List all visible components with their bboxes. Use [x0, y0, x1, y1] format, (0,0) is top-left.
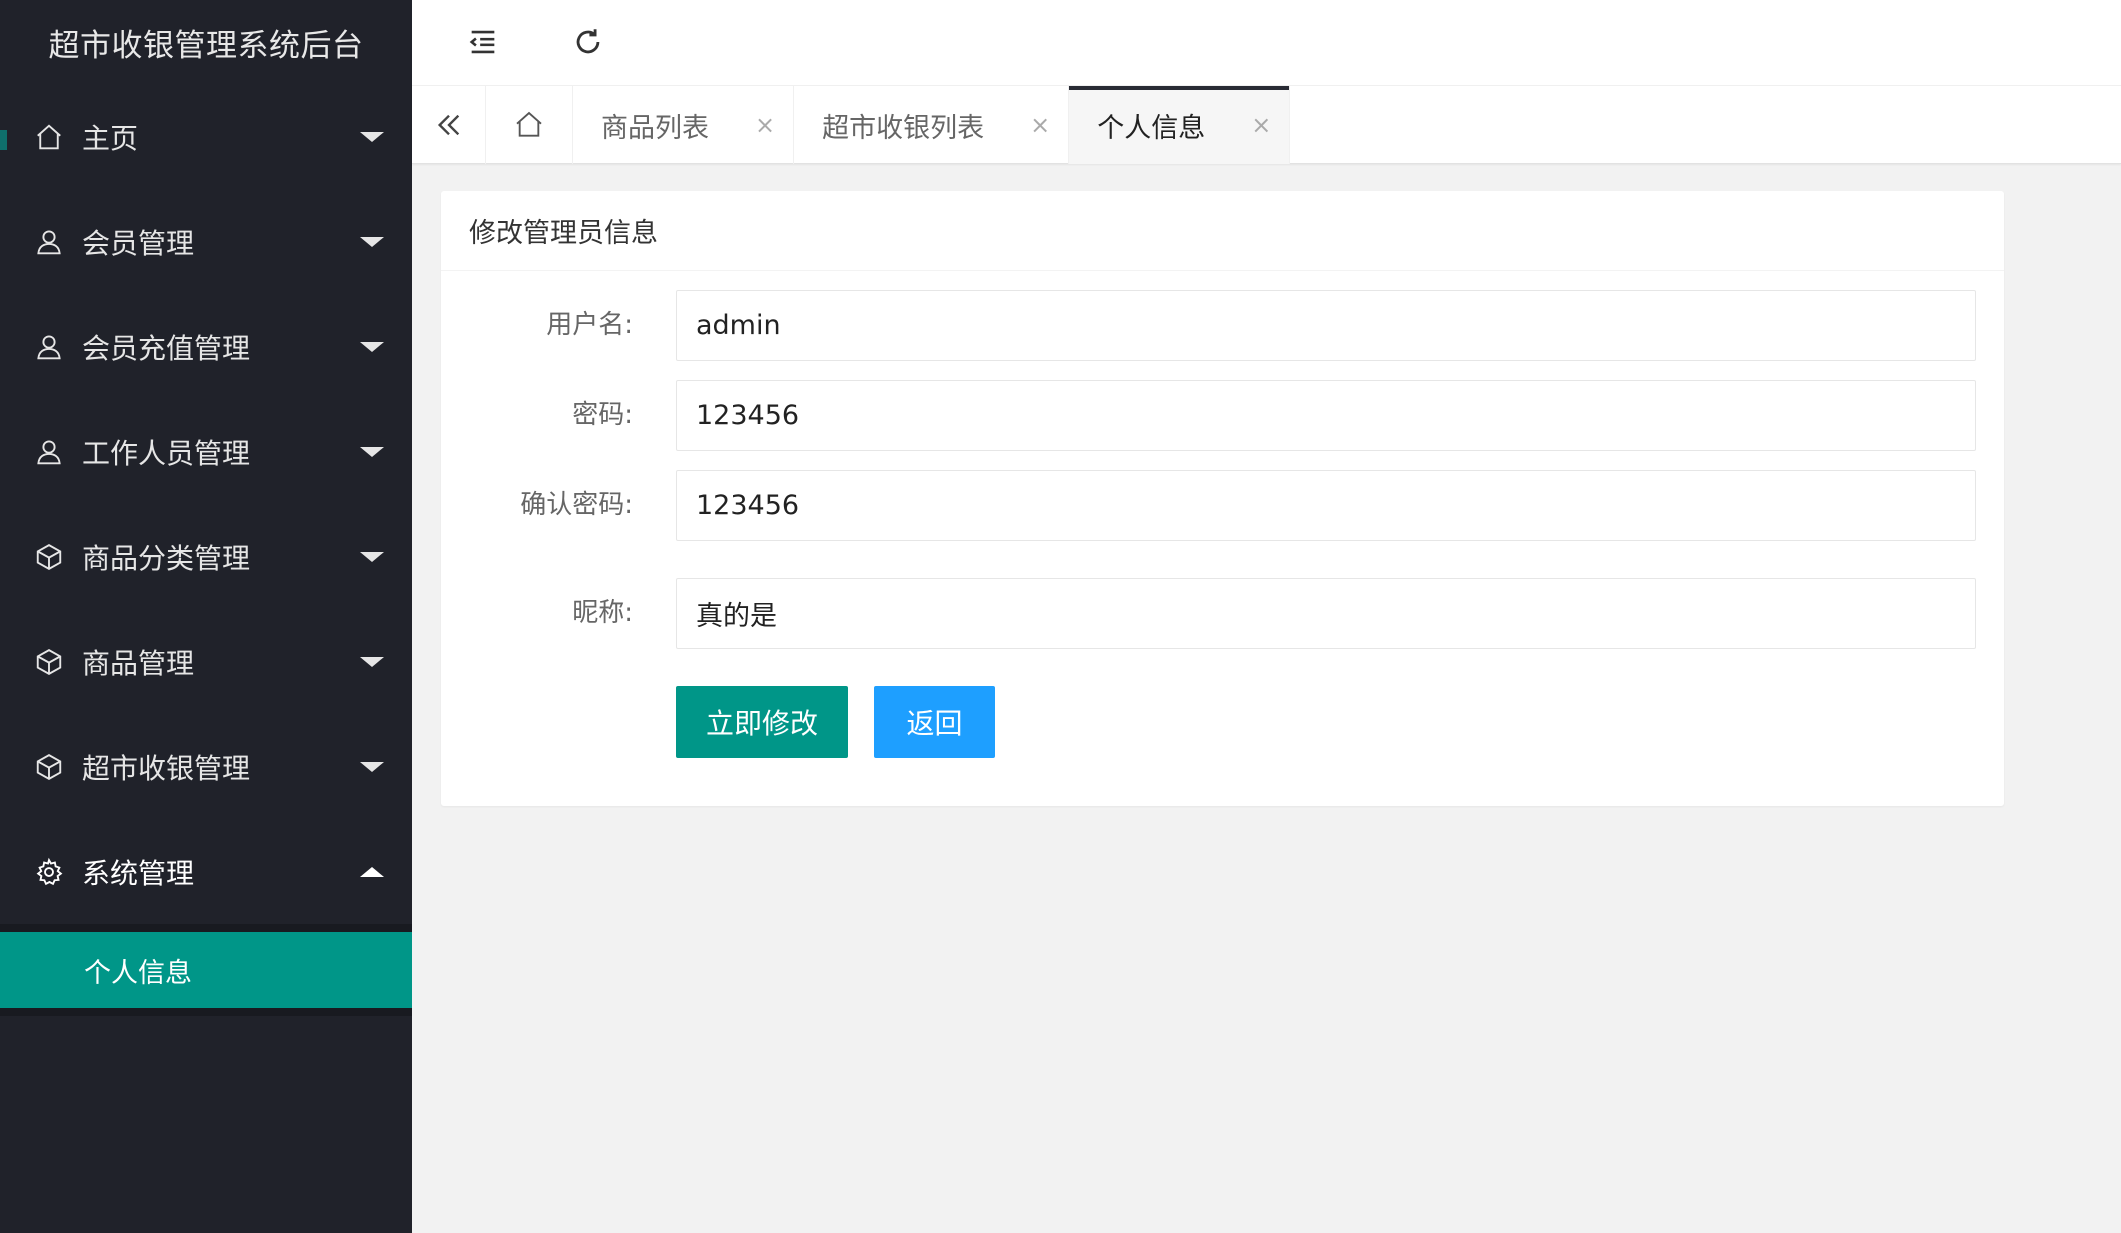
close-icon[interactable]: × [1030, 111, 1050, 139]
caret-up-icon [360, 866, 384, 877]
submit-button[interactable]: 立即修改 [676, 686, 848, 758]
sidebar-item-label: 主页 [82, 121, 139, 155]
gear-icon [34, 857, 64, 887]
confirm-password-label: 确认密码: [520, 490, 633, 520]
tab-label: 超市收银列表 [822, 112, 985, 144]
tab-label: 个人信息 [1097, 112, 1206, 144]
close-icon[interactable]: × [755, 111, 775, 139]
sidebar-item-category[interactable]: 商品分类管理 [0, 504, 412, 609]
caret-down-icon [360, 236, 384, 247]
tabs-scroll-left-button[interactable] [412, 86, 486, 164]
sidebar-item-label: 商品管理 [82, 646, 195, 680]
confirm-password-input[interactable] [676, 470, 1976, 541]
username-label: 用户名: [546, 310, 633, 340]
box-icon [34, 647, 64, 677]
sidebar-subitem-profile[interactable]: 个人信息 [0, 932, 412, 1008]
nickname-label: 昵称: [572, 598, 633, 628]
back-button[interactable]: 返回 [874, 686, 995, 758]
card-title: 修改管理员信息 [441, 191, 2004, 271]
username-input[interactable] [676, 290, 1976, 361]
home-icon [34, 122, 64, 152]
user-icon [34, 227, 64, 257]
user-icon [34, 437, 64, 467]
edit-admin-card: 修改管理员信息 用户名: 密码: 确认密码: 昵称: 立即修改 返回 [441, 191, 2004, 806]
sidebar-item-system[interactable]: 系统管理 [0, 819, 412, 924]
home-icon [516, 111, 542, 137]
caret-down-icon [360, 761, 384, 772]
sidebar-item-label: 系统管理 [82, 856, 195, 890]
indent-icon [469, 30, 495, 54]
box-icon [34, 542, 64, 572]
tab-goods-list[interactable]: 商品列表 × [573, 86, 795, 164]
sidebar-item-member-recharge[interactable]: 会员充值管理 [0, 294, 412, 399]
tab-label: 商品列表 [601, 112, 709, 144]
sidebar-item-cashier[interactable]: 超市收银管理 [0, 714, 412, 819]
tab-home[interactable] [486, 86, 573, 164]
tab-profile[interactable]: 个人信息 × [1069, 86, 1291, 164]
password-input[interactable] [676, 380, 1976, 451]
sidebar-item-label: 超市收银管理 [82, 751, 251, 785]
sidebar-item-label: 商品分类管理 [82, 541, 251, 575]
sidebar-submenu-system: 个人信息 [0, 924, 412, 1016]
sidebar-item-label: 工作人员管理 [82, 436, 251, 470]
form-row-password: 密码: [441, 380, 2004, 451]
nickname-input[interactable] [676, 578, 1976, 649]
box-icon [34, 752, 64, 782]
form-row-nickname: 昵称: [441, 578, 2004, 649]
tab-cashier-list[interactable]: 超市收银列表 × [794, 86, 1070, 164]
double-chevron-left-icon [437, 114, 459, 136]
caret-down-icon [360, 131, 384, 142]
caret-down-icon [360, 551, 384, 562]
tab-bar: 商品列表 × 超市收银列表 × 个人信息 × [412, 86, 2121, 164]
password-label: 密码: [572, 400, 633, 430]
sidebar-item-home[interactable]: 主页 [0, 84, 412, 189]
caret-down-icon [360, 446, 384, 457]
caret-down-icon [360, 341, 384, 352]
sidebar: 超市收银管理系统后台 主页 会员管理 会员充值管理 工作人员管理 商品分类管理 [0, 0, 412, 1233]
sidebar-item-goods[interactable]: 商品管理 [0, 609, 412, 714]
user-icon [34, 332, 64, 362]
app-title: 超市收银管理系统后台 [48, 27, 364, 64]
sidebar-item-members[interactable]: 会员管理 [0, 189, 412, 294]
form-row-username: 用户名: [441, 290, 2004, 361]
refresh-icon [576, 29, 600, 54]
form-row-confirm-password: 确认密码: [441, 470, 2004, 541]
caret-down-icon [360, 656, 384, 667]
refresh-button[interactable] [567, 21, 609, 63]
sidebar-item-label: 会员充值管理 [82, 331, 251, 365]
sidebar-item-staff[interactable]: 工作人员管理 [0, 399, 412, 504]
close-icon[interactable]: × [1251, 111, 1271, 139]
sidebar-item-label: 会员管理 [82, 226, 195, 260]
collapse-sidebar-button[interactable] [462, 21, 504, 63]
top-header [412, 0, 2121, 86]
